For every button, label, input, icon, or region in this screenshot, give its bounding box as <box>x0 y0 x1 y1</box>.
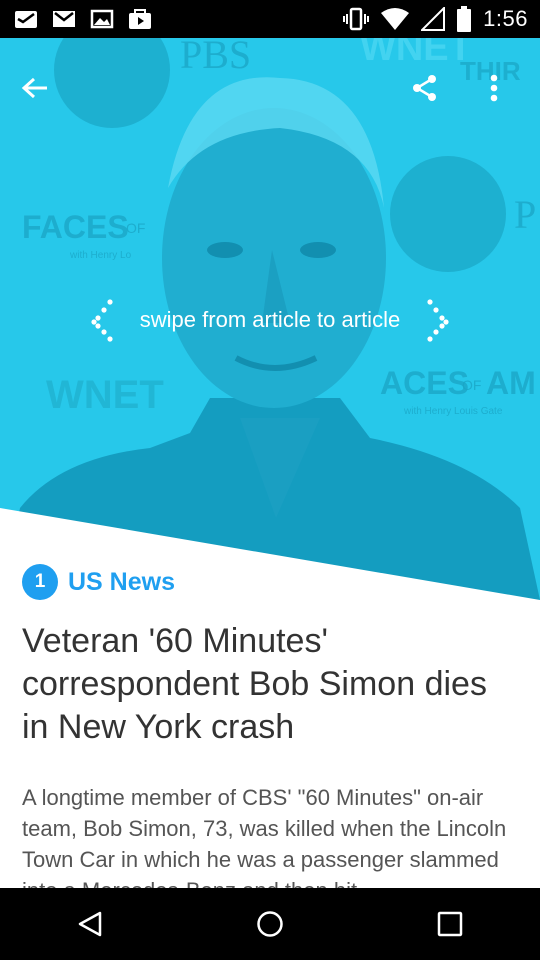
status-bar: 1:56 <box>0 0 540 38</box>
vibrate-icon <box>343 7 370 31</box>
overflow-menu-button[interactable] <box>470 64 518 112</box>
clock: 1:56 <box>483 6 528 31</box>
triangle-back-icon <box>78 911 102 937</box>
backdrop-text: ACES <box>380 365 469 401</box>
section-number-badge: 1 <box>22 564 58 600</box>
backdrop-text: P <box>514 192 536 237</box>
share-icon <box>413 75 436 101</box>
gmail-icon <box>53 11 75 27</box>
wifi-icon <box>381 8 410 30</box>
swipe-left-icon <box>91 299 113 342</box>
article-card[interactable]: 1 US News Veteran '60 Minutes' correspon… <box>0 508 540 888</box>
share-button[interactable] <box>401 64 449 112</box>
back-button[interactable] <box>11 64 59 112</box>
navigation-bar <box>0 888 540 960</box>
backdrop-text: with Henry Louis Gate <box>403 406 503 417</box>
backdrop-text: WNET <box>46 373 164 417</box>
article-title: Veteran '60 Minutes' correspondent Bob S… <box>22 622 487 746</box>
swipe-hint: swipe from article to article <box>0 299 540 342</box>
swipe-right-icon <box>427 299 449 342</box>
home-nav-button[interactable] <box>225 894 315 954</box>
swipe-hint-text: swipe from article to article <box>139 307 401 332</box>
section-name: US News <box>68 567 175 596</box>
play-store-icon <box>129 9 151 29</box>
section-label[interactable]: 1 US News <box>22 564 175 600</box>
more-vert-icon <box>490 74 498 102</box>
backdrop-text: FACES <box>22 209 129 245</box>
backdrop-text: with Henry Lo <box>69 250 132 261</box>
image-icon <box>90 9 114 29</box>
backdrop-text: OF <box>126 220 145 236</box>
article-body: A longtime member of CBS' "60 Minutes" o… <box>22 785 507 888</box>
back-arrow-icon <box>21 77 47 99</box>
backdrop-text: AM <box>486 365 536 401</box>
backdrop-text: PBS <box>180 38 251 77</box>
signal-icon <box>421 7 446 31</box>
inbox-icon <box>15 11 37 28</box>
square-recents-icon <box>437 911 463 937</box>
recents-nav-button[interactable] <box>405 894 495 954</box>
circle-home-icon <box>257 911 283 937</box>
back-nav-button[interactable] <box>45 894 135 954</box>
battery-icon <box>457 6 472 32</box>
backdrop-text: OF <box>462 377 481 393</box>
